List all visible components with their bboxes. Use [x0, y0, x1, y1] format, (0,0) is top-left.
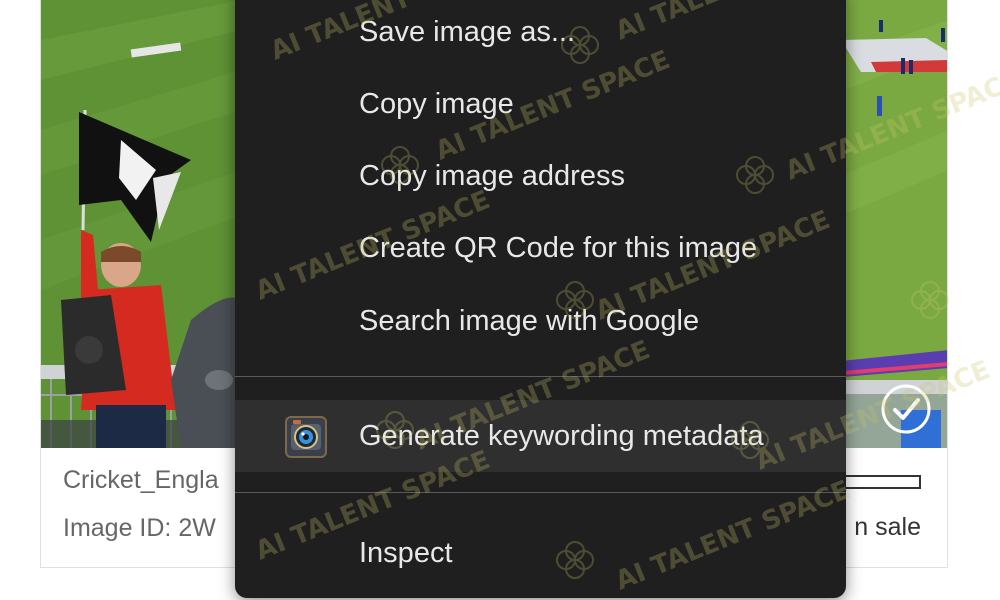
image-thumbnail-stadium[interactable]: [831, 0, 947, 448]
camera-extension-icon: [285, 416, 327, 458]
menu-item-search-image-google[interactable]: Search image with Google: [235, 292, 846, 350]
menu-separator: [235, 376, 846, 377]
menu-item-label: Generate keywording metadata: [359, 420, 764, 452]
sale-status-text: n sale: [854, 513, 921, 541]
menu-item-label: Copy image address: [359, 160, 625, 192]
image-card-left[interactable]: Cricket_Engla Image ID: 2W: [40, 0, 240, 568]
menu-item-generate-keywording-metadata[interactable]: Generate keywording metadata: [235, 400, 846, 472]
menu-item-label: Copy image: [359, 88, 514, 120]
context-menu: Save image as... Copy image Copy image a…: [235, 0, 846, 598]
menu-item-label: Inspect: [359, 537, 453, 569]
menu-item-save-image-as[interactable]: Save image as...: [235, 3, 846, 61]
image-card-right[interactable]: n sale: [830, 0, 948, 568]
check-circle-icon[interactable]: [880, 383, 932, 435]
stadium-photo-illustration: [831, 0, 947, 448]
menu-item-copy-image[interactable]: Copy image: [235, 75, 846, 133]
image-id: Image ID: 2W: [63, 514, 216, 542]
page: Cricket_Engla Image ID: 2W n sale Save i…: [0, 0, 1000, 600]
menu-item-copy-image-address[interactable]: Copy image address: [235, 147, 846, 205]
menu-item-inspect[interactable]: Inspect: [235, 524, 846, 582]
menu-separator: [235, 492, 846, 493]
menu-item-label: Search image with Google: [359, 305, 700, 337]
menu-item-label: Save image as...: [359, 16, 575, 48]
image-thumbnail-cricket[interactable]: [41, 0, 239, 448]
menu-item-label: Create QR Code for this image: [359, 232, 758, 264]
menu-item-create-qr-code[interactable]: Create QR Code for this image: [235, 219, 846, 277]
cricket-photo-illustration: [41, 0, 239, 448]
image-title: Cricket_Engla: [63, 466, 219, 494]
